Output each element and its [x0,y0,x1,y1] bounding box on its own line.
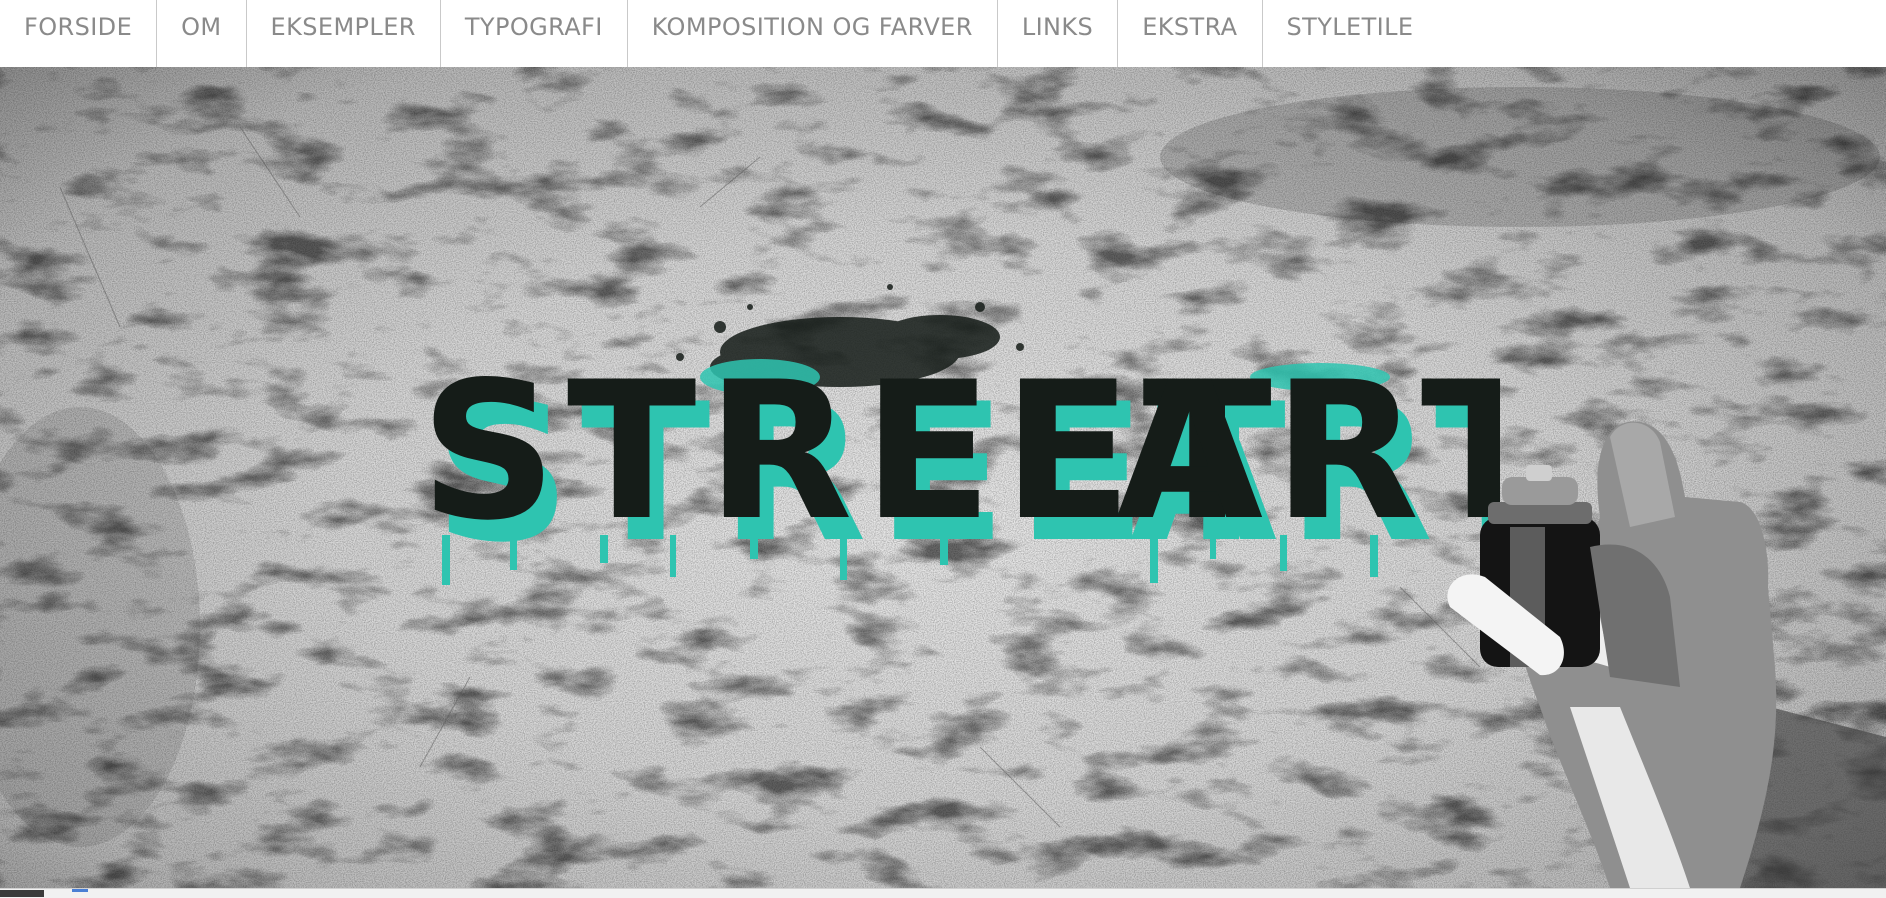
nav-item-eksempler[interactable]: EKSEMPLER [247,0,441,67]
scroll-position-marker [72,889,88,892]
nav-item-styletile[interactable]: STYLETILE [1263,0,1438,67]
nav-item-typografi[interactable]: TYPOGRAFI [441,0,628,67]
nav-item-komposition-og-farver[interactable]: KOMPOSITION OG FARVER [628,0,998,67]
nav-item-ekstra[interactable]: EKSTRA [1118,0,1263,67]
hand-spray-can-illustration [1447,421,1886,888]
nav-item-om[interactable]: OM [157,0,247,67]
dark-ink-lettering: STREET ART [420,341,1500,562]
horizontal-scrollbar[interactable] [0,888,1886,898]
top-navigation: FORSIDE OM EKSEMPLER TYPOGRAFI KOMPOSITI… [0,0,1886,67]
nav-item-links[interactable]: LINKS [998,0,1119,67]
street-art-graffiti-title: STREET ART STREET ART [420,284,1500,585]
nav-item-forside[interactable]: FORSIDE [0,0,158,67]
hero-banner: STREET ART STREET ART [0,67,1886,888]
scrollbar-thumb[interactable] [0,890,44,897]
